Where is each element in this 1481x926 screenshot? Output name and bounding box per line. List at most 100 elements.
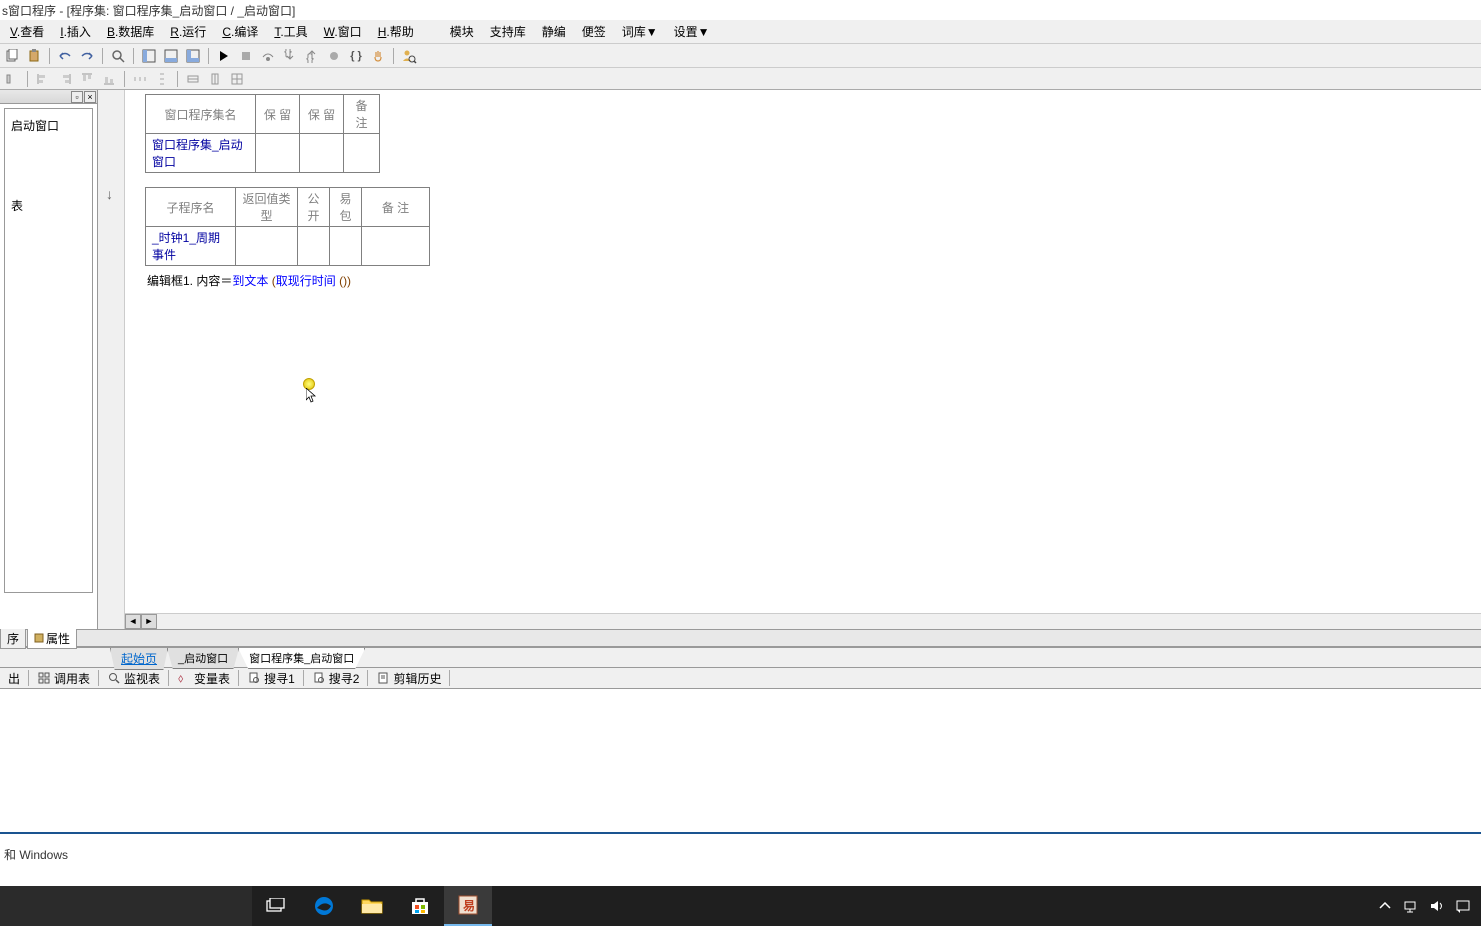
breakpoint-icon[interactable]: [324, 46, 344, 66]
clipboard-icon: [376, 671, 390, 685]
tab-startpage[interactable]: 起始页: [110, 648, 168, 670]
menu-help[interactable]: H.帮助: [370, 21, 422, 42]
project-tree[interactable]: 启动窗口 表: [4, 108, 93, 593]
paste-icon[interactable]: [24, 46, 44, 66]
menu-modules[interactable]: 模块: [442, 21, 482, 42]
t2-v3[interactable]: [298, 227, 330, 266]
horizontal-scrollbar[interactable]: ◄ ►: [125, 613, 1481, 629]
align-top-icon[interactable]: [77, 69, 97, 89]
ttab-calltable[interactable]: 调用表: [31, 668, 96, 689]
tab-startwindow[interactable]: _启动窗口: [167, 648, 239, 669]
tray-network-icon[interactable]: [1401, 896, 1421, 916]
ttab-search2[interactable]: 搜寻2: [306, 668, 366, 689]
run-icon[interactable]: [214, 46, 234, 66]
t1-v4[interactable]: [344, 134, 380, 173]
code-paren1: (: [268, 274, 275, 288]
menu-support[interactable]: 支持库: [482, 21, 534, 42]
align1-icon[interactable]: [2, 69, 22, 89]
menu-static[interactable]: 静编: [534, 21, 574, 42]
menu-dict[interactable]: 词库▼: [614, 21, 666, 42]
step-out-icon[interactable]: {}: [302, 46, 322, 66]
menu-insert[interactable]: I.插入: [52, 21, 99, 42]
undo-icon[interactable]: [55, 46, 75, 66]
t1-v3[interactable]: [300, 134, 344, 173]
ttab-watch[interactable]: 监视表: [101, 668, 166, 689]
menu-settings[interactable]: 设置▼: [666, 21, 718, 42]
t1-v1[interactable]: 窗口程序集_启动窗口: [146, 134, 256, 173]
status-text: 和 Windows: [4, 846, 68, 863]
prop-tab-properties[interactable]: 属性: [27, 628, 77, 649]
search-icon[interactable]: [108, 46, 128, 66]
align-right-icon[interactable]: [55, 69, 75, 89]
layout3-icon[interactable]: [183, 46, 203, 66]
svg-text:{}: {}: [284, 49, 292, 58]
t2-v5[interactable]: [362, 227, 430, 266]
step-over-icon[interactable]: [258, 46, 278, 66]
tree-item-startwindow[interactable]: 启动窗口: [9, 113, 88, 138]
output-panel[interactable]: [0, 689, 1481, 834]
subroutine-table[interactable]: 子程序名 返回值类型 公开 易包 备 注 _时钟1_周期事件: [145, 187, 430, 266]
menu-compile[interactable]: C.编译: [214, 21, 266, 42]
tool-tabs: 出 调用表 监视表 ⬨ 变量表 搜寻1 搜寻2 剪辑历史: [0, 667, 1481, 689]
t2-h2: 返回值类型: [236, 188, 298, 227]
menu-tools[interactable]: T.工具: [266, 21, 315, 42]
t1-v2[interactable]: [256, 134, 300, 173]
menu-bar: V.查看 I.插入 B.数据库 R.运行 C.编译 T.工具 W.窗口 H.帮助…: [0, 20, 1481, 44]
code-paren2: ()): [336, 274, 351, 288]
t2-v4[interactable]: [330, 227, 362, 266]
step-into-icon[interactable]: {}: [280, 46, 300, 66]
dist-v-icon[interactable]: [152, 69, 172, 89]
title-bar: s窗口程序 - [程序集: 窗口程序集_启动窗口 / _启动窗口]: [0, 0, 1481, 20]
toolbar-align: [0, 68, 1481, 90]
same-width-icon[interactable]: [183, 69, 203, 89]
find-person-icon[interactable]: [399, 46, 419, 66]
same-size-icon[interactable]: [227, 69, 247, 89]
layout2-icon[interactable]: [161, 46, 181, 66]
tree-item-table[interactable]: 表: [9, 193, 88, 218]
variables-icon: ⬨: [177, 671, 191, 685]
program-set-table[interactable]: 窗口程序集名 保 留 保 留 备 注 窗口程序集_启动窗口: [145, 94, 380, 173]
t1-h3: 保 留: [300, 95, 344, 134]
store-icon[interactable]: [396, 886, 444, 926]
menu-note[interactable]: 便签: [574, 21, 614, 42]
code-line-1[interactable]: 编辑框1. 内容＝到文本 (取现行时间 ()): [145, 272, 1461, 289]
same-height-icon[interactable]: [205, 69, 225, 89]
app-epl-icon[interactable]: 易: [444, 886, 492, 926]
ttab-output[interactable]: 出: [2, 668, 26, 689]
menu-view[interactable]: V.查看: [2, 21, 52, 42]
task-view-icon[interactable]: [252, 886, 300, 926]
ttab-search1[interactable]: 搜寻1: [241, 668, 301, 689]
left-panel: ▫ × 启动窗口 表: [0, 90, 98, 629]
file-explorer-icon[interactable]: [348, 886, 396, 926]
tray-notifications-icon[interactable]: [1453, 896, 1473, 916]
t2-v2[interactable]: [236, 227, 298, 266]
ttab-cliphistory[interactable]: 剪辑历史: [370, 668, 447, 689]
code-editor[interactable]: ↓ 窗口程序集名 保 留 保 留 备 注 窗口程序集_启动窗口: [98, 90, 1481, 629]
braces-icon[interactable]: { }: [346, 46, 366, 66]
panel-close-icon[interactable]: ×: [84, 91, 96, 103]
redo-icon[interactable]: [77, 46, 97, 66]
menu-window[interactable]: W.窗口: [316, 21, 370, 42]
scroll-right-icon[interactable]: ►: [141, 614, 157, 629]
align-bottom-icon[interactable]: [99, 69, 119, 89]
scroll-left-icon[interactable]: ◄: [125, 614, 141, 629]
tray-chevron-icon[interactable]: [1375, 896, 1395, 916]
align-left-icon[interactable]: [33, 69, 53, 89]
window-title: s窗口程序 - [程序集: 窗口程序集_启动窗口 / _启动窗口]: [2, 2, 295, 19]
stop-icon[interactable]: [236, 46, 256, 66]
ttab-variables[interactable]: ⬨ 变量表: [171, 668, 236, 689]
dist-h-icon[interactable]: [130, 69, 150, 89]
tab-programset[interactable]: 窗口程序集_启动窗口: [238, 648, 365, 669]
t2-v1[interactable]: _时钟1_周期事件: [146, 227, 236, 266]
menu-run[interactable]: R.运行: [162, 21, 214, 42]
document-tabs: 起始页 _启动窗口 窗口程序集_启动窗口: [0, 647, 1481, 667]
tray-volume-icon[interactable]: [1427, 896, 1447, 916]
layout1-icon[interactable]: [139, 46, 159, 66]
prop-tab-order[interactable]: 序: [0, 628, 26, 649]
edge-icon[interactable]: [300, 886, 348, 926]
copy-icon[interactable]: [2, 46, 22, 66]
taskbar-search[interactable]: [0, 886, 252, 926]
menu-database[interactable]: B.数据库: [99, 21, 162, 42]
panel-minimize-icon[interactable]: ▫: [71, 91, 83, 103]
hand-icon[interactable]: [368, 46, 388, 66]
